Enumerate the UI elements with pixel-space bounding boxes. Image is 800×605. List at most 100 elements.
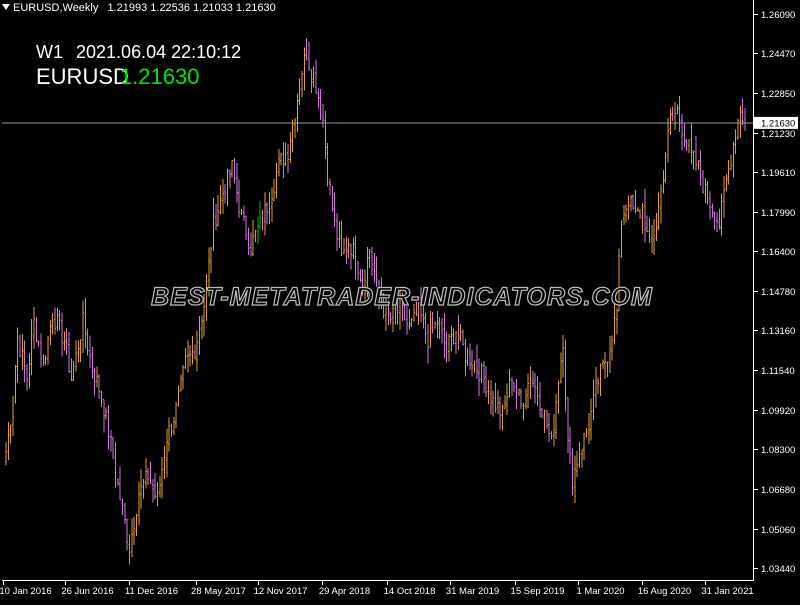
ohlc-bar <box>688 139 691 153</box>
ohlc-bar <box>25 363 28 391</box>
ohlc-bar <box>576 451 579 478</box>
ohlc-bar <box>660 184 663 224</box>
ohlc-bar <box>650 225 653 253</box>
ohlc-bar <box>198 316 201 356</box>
ohlc-bar <box>46 335 49 365</box>
ohlc-bar <box>520 388 523 410</box>
ohlc-bar <box>692 150 695 170</box>
ohlc-bar <box>212 198 215 251</box>
ohlc-bar <box>513 382 516 393</box>
ohlc-bar <box>594 366 597 408</box>
y-tick-label: 1.21230 <box>761 129 795 140</box>
symbol-timeframe-label: EURUSD,Weekly <box>13 2 99 14</box>
ohlc-bar <box>674 101 677 131</box>
ohlc-bar <box>690 123 693 165</box>
ohlc-bar <box>606 361 609 377</box>
ohlc-bar <box>112 436 115 459</box>
ohlc-bar <box>632 194 635 210</box>
ohlc-bar <box>21 334 24 371</box>
ohlc-bar <box>109 429 112 452</box>
ohlc-bar <box>200 315 203 340</box>
ohlc-bar <box>494 382 497 413</box>
ohlc-bar <box>459 323 462 341</box>
ohlc-bar <box>373 253 376 283</box>
ohlc-bar <box>445 331 448 363</box>
ohlc-bar <box>473 361 476 374</box>
ohlc-bar <box>193 344 196 360</box>
ohlc-bar <box>648 217 651 243</box>
ohlc-bar <box>482 361 485 394</box>
ohlc-bar <box>548 412 551 443</box>
ohlc-bar <box>315 59 318 95</box>
ohlc-bar <box>149 461 152 485</box>
y-tick-label: 1.26090 <box>761 10 795 21</box>
ohlc-bar <box>604 351 607 379</box>
ohlc-bar <box>329 178 332 196</box>
ohlc-bar <box>646 215 649 232</box>
ohlc-bar <box>515 378 518 409</box>
ohlc-bar <box>431 311 434 334</box>
ohlc-bar <box>16 327 19 384</box>
ohlc-bar <box>501 404 504 431</box>
ohlc-bar <box>678 95 681 132</box>
y-tick-label: 1.05060 <box>761 525 795 536</box>
ohlc-bar <box>345 236 348 264</box>
ohlc-bar <box>571 448 574 496</box>
x-tick-label: 14 Oct 2018 <box>384 586 436 597</box>
ohlc-bar <box>296 93 299 132</box>
x-tick-label: 28 May 2017 <box>191 586 246 597</box>
ohlc-bar <box>643 188 646 243</box>
ohlc-bar <box>119 466 122 501</box>
ohlc-bar <box>74 339 77 372</box>
ohlc-bar <box>42 354 45 367</box>
ohlc-bar <box>541 408 544 419</box>
ohlc-bar <box>562 334 565 378</box>
x-tick-label: 15 Sep 2019 <box>511 586 565 597</box>
ohlc-bar <box>466 347 469 366</box>
current-price-label: 1.21630 <box>761 118 795 129</box>
ohlc-bar <box>534 373 537 404</box>
ohlc-bar <box>702 169 705 194</box>
y-tick-label: 1.13160 <box>761 326 795 337</box>
ohlc-close: 1.21630 <box>235 2 276 14</box>
ohlc-bar <box>538 382 541 418</box>
ohlc-bar <box>573 455 576 503</box>
ohlc-low: 1.21033 <box>193 2 233 14</box>
ohlc-bar <box>487 380 490 405</box>
ohlc-bar <box>371 247 374 276</box>
ohlc-bar <box>324 111 327 159</box>
ohlc-bar <box>189 344 192 367</box>
ohlc-bar <box>303 47 306 91</box>
y-tick-label: 1.14780 <box>761 287 795 298</box>
ohlc-bar <box>608 335 611 373</box>
ohlc-bar <box>352 237 355 260</box>
ohlc-bar <box>429 310 432 348</box>
ohlc-bar <box>301 70 304 98</box>
ohlc-bar <box>697 160 700 170</box>
ohlc-bar <box>333 192 336 227</box>
ohlc-bar <box>699 150 702 186</box>
ohlc-bar <box>611 335 614 361</box>
ohlc-bar <box>590 398 593 441</box>
ohlc-bar <box>704 178 707 204</box>
ohlc-bar <box>35 317 38 343</box>
ohlc-bar <box>506 383 509 416</box>
ohlc-bar <box>503 394 506 409</box>
ohlc-bar <box>154 473 157 500</box>
ohlc-bar <box>522 402 525 421</box>
ohlc-bar <box>322 104 325 128</box>
ohlc-bar <box>133 516 136 545</box>
ohlc-bar <box>30 318 33 375</box>
chart-header: EURUSD,Weekly 1.21993 1.22536 1.21033 1.… <box>2 2 276 14</box>
symbol-price-display: EURUSD1.21630 <box>36 64 199 90</box>
ohlc-bar <box>685 139 688 151</box>
dropdown-triangle-icon[interactable] <box>2 4 10 10</box>
ohlc-bar <box>475 344 478 379</box>
ohlc-bar <box>389 312 392 324</box>
ohlc-bar <box>739 105 742 139</box>
ohlc-bar <box>667 118 670 163</box>
ohlc-bar <box>543 409 546 433</box>
ohlc-bar <box>217 195 220 227</box>
ohlc-bar <box>191 335 194 365</box>
ohlc-bar <box>184 347 187 370</box>
